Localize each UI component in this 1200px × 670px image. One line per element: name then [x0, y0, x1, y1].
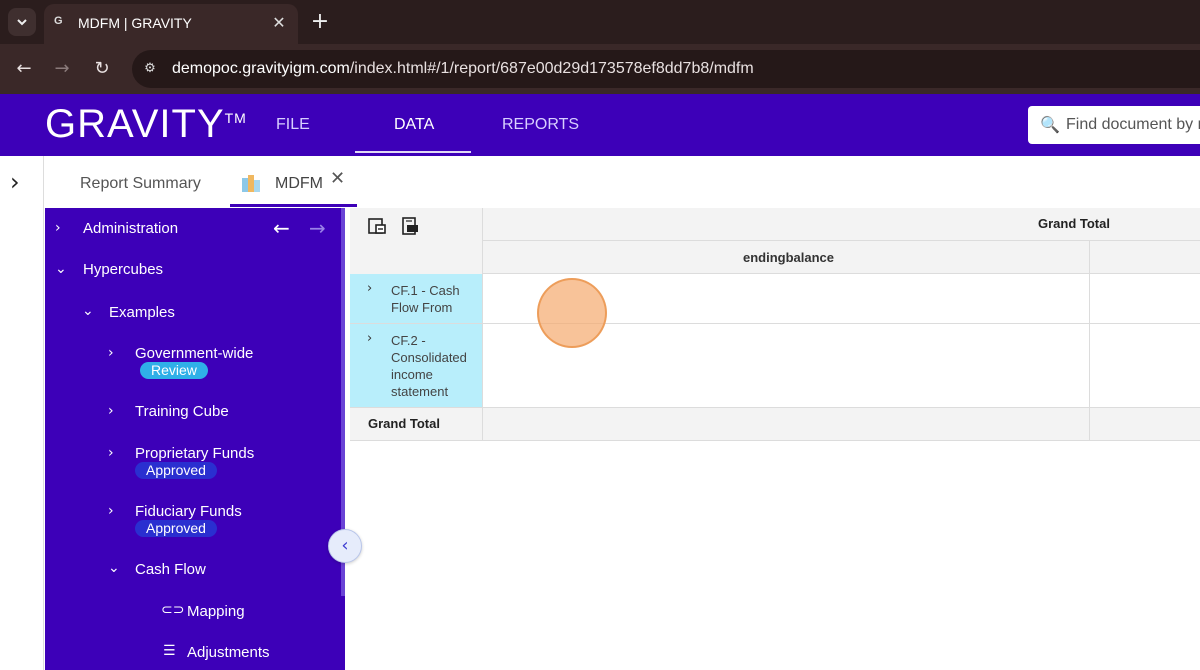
status-badge: Review: [140, 362, 208, 379]
url-text[interactable]: demopoc.gravityigm.com/index.html#/1/rep…: [172, 60, 754, 78]
data-cell[interactable]: [1090, 324, 1200, 408]
data-cell[interactable]: [483, 408, 1090, 441]
pivot-grid: Grand Total endingbalance › CF.1 - Cash …: [350, 208, 1200, 441]
click-indicator: [537, 278, 607, 348]
export-excel-icon[interactable]: [400, 216, 420, 236]
forward-arrow-icon[interactable]: →: [309, 216, 326, 240]
chevron-right-icon[interactable]: ›: [108, 345, 114, 361]
tab-close-icon[interactable]: ✕: [270, 14, 288, 32]
chevron-right-icon[interactable]: ›: [367, 281, 372, 296]
tab-report-summary[interactable]: Report Summary: [80, 175, 201, 193]
chevron-right-icon[interactable]: ›: [108, 403, 114, 419]
gravity-logo[interactable]: GRAVITYTM: [45, 102, 247, 147]
status-badge: Approved: [135, 462, 217, 479]
browser-toolbar: ← → ↻ ⚙ demopoc.gravityigm.com/index.htm…: [0, 44, 1200, 94]
search-input[interactable]: [1066, 106, 1200, 144]
chevron-right-icon[interactable]: ›: [367, 331, 372, 346]
sidebar-item-adjustments[interactable]: Adjustments: [187, 644, 270, 661]
sidebar-item-training-cube[interactable]: Training Cube: [135, 403, 229, 420]
nav-file[interactable]: FILE: [276, 116, 310, 134]
edit-list-icon: ☰: [163, 643, 176, 659]
chevron-down-icon[interactable]: ⌄: [55, 261, 67, 277]
grid-toolbar: [350, 208, 483, 274]
nav-reports[interactable]: REPORTS: [502, 116, 579, 134]
status-badge: Approved: [135, 520, 217, 537]
sidebar-item-proprietary-funds[interactable]: Proprietary Funds: [135, 445, 254, 462]
chevron-right-icon[interactable]: ›: [10, 168, 20, 196]
link-icon: ⊂⊃: [161, 602, 185, 618]
back-arrow-icon[interactable]: ←: [10, 55, 38, 83]
forward-arrow-icon[interactable]: →: [48, 55, 76, 83]
app-header: GRAVITYTM FILE DATA REPORTS 🔍: [0, 94, 1200, 156]
close-icon[interactable]: ✕: [330, 168, 345, 189]
favicon-icon: G: [54, 15, 63, 27]
sidebar-item-examples[interactable]: Examples: [109, 304, 175, 321]
column-header-grand-total[interactable]: Grand Total: [483, 208, 1200, 241]
back-arrow-icon[interactable]: ←: [273, 216, 290, 240]
left-rail: ›: [0, 156, 44, 670]
chevron-down-icon[interactable]: ⌄: [82, 303, 94, 319]
measure-header-extra: [1090, 241, 1200, 274]
tab-mdfm[interactable]: MDFM ✕: [230, 160, 357, 207]
field-chooser-icon[interactable]: [367, 216, 387, 236]
sidebar-item-fiduciary-funds[interactable]: Fiduciary Funds: [135, 503, 242, 520]
site-info-icon[interactable]: ⚙: [140, 59, 160, 79]
measure-header-endingbalance[interactable]: endingbalance: [483, 241, 1090, 274]
reload-icon[interactable]: ↻: [88, 55, 116, 83]
chevron-down-icon[interactable]: ⌄: [108, 560, 120, 576]
browser-tabstrip: G MDFM | GRAVITY ✕ +: [0, 0, 1200, 44]
sidebar-item-government-wide[interactable]: Government-wide: [135, 345, 253, 362]
active-nav-indicator: [355, 151, 471, 153]
chevron-right-icon[interactable]: ›: [108, 503, 114, 519]
data-cell[interactable]: [1090, 408, 1200, 441]
tab-mdfm-label: MDFM: [275, 175, 323, 192]
tab-title: MDFM | GRAVITY: [78, 15, 192, 31]
chevron-right-icon[interactable]: ›: [108, 445, 114, 461]
address-bar[interactable]: ⚙ demopoc.gravityigm.com/index.html#/1/r…: [132, 50, 1200, 88]
sidebar: › Administration ← → ⌄ Hypercubes ⌄ Exam…: [45, 208, 345, 670]
document-search[interactable]: 🔍: [1028, 106, 1200, 144]
table-row[interactable]: › CF.2 - Consolidated income statement: [350, 324, 483, 408]
chevron-right-icon[interactable]: ›: [55, 220, 61, 236]
data-cell[interactable]: [1090, 274, 1200, 324]
search-icon: 🔍: [1040, 115, 1060, 134]
sidebar-item-administration[interactable]: Administration: [83, 220, 178, 237]
grand-total-row-label: Grand Total: [350, 408, 483, 441]
tab-search-button[interactable]: [8, 8, 36, 36]
table-row[interactable]: › CF.1 - Cash Flow From: [350, 274, 483, 324]
browser-tab[interactable]: G MDFM | GRAVITY ✕: [44, 4, 298, 44]
chevron-down-icon: [17, 19, 27, 26]
sidebar-item-mapping[interactable]: Mapping: [187, 603, 245, 620]
collapse-sidebar-button[interactable]: ‹: [328, 529, 362, 563]
sidebar-item-cash-flow[interactable]: Cash Flow: [135, 561, 206, 578]
nav-data[interactable]: DATA: [394, 116, 434, 134]
sidebar-item-hypercubes[interactable]: Hypercubes: [83, 261, 163, 278]
new-tab-button[interactable]: +: [306, 8, 334, 36]
report-icon: [242, 175, 260, 192]
